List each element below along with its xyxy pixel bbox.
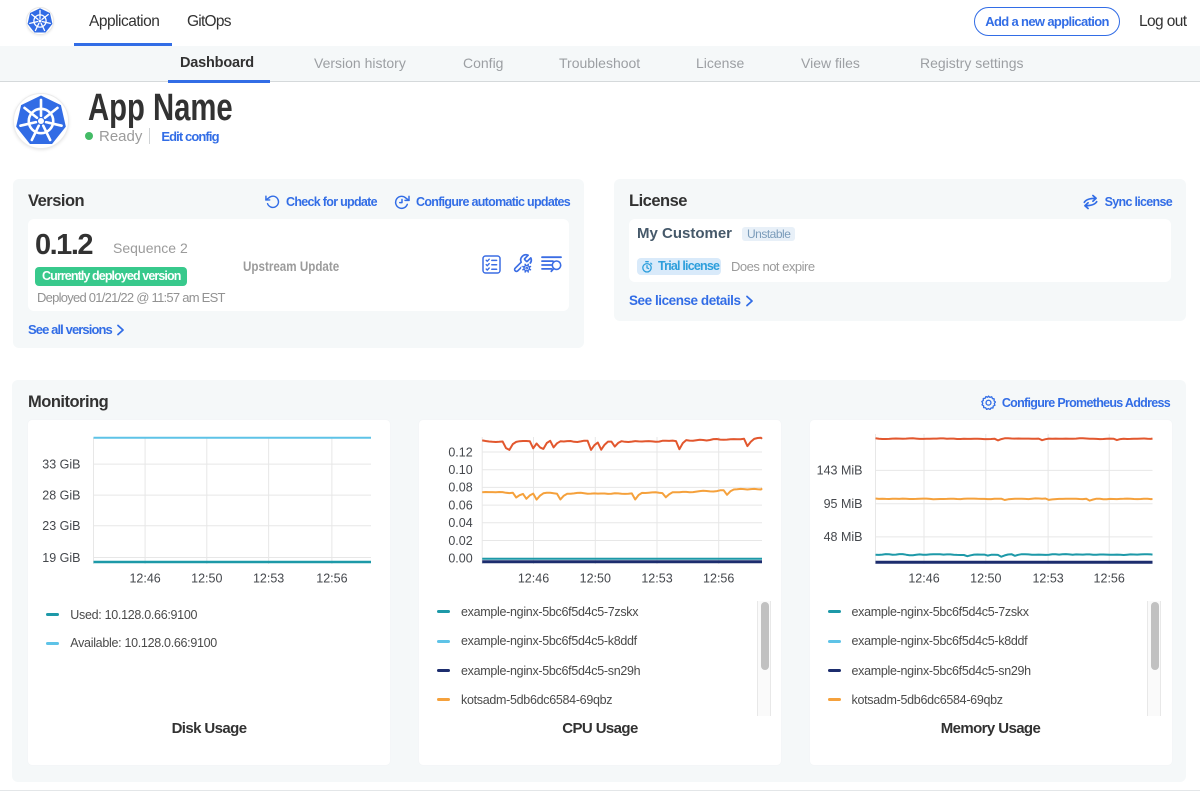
svg-text:12:46: 12:46 bbox=[518, 572, 549, 586]
svg-text:0.06: 0.06 bbox=[448, 498, 472, 512]
svg-text:19 GiB: 19 GiB bbox=[42, 551, 80, 565]
svg-text:48 MiB: 48 MiB bbox=[823, 530, 862, 544]
svg-text:12:53: 12:53 bbox=[253, 572, 284, 586]
svg-text:12:53: 12:53 bbox=[641, 572, 672, 586]
svg-text:12:50: 12:50 bbox=[580, 572, 611, 586]
svg-text:28 GiB: 28 GiB bbox=[42, 488, 80, 502]
svg-text:0.04: 0.04 bbox=[448, 516, 472, 530]
svg-text:0.08: 0.08 bbox=[448, 481, 472, 495]
svg-text:12:46: 12:46 bbox=[908, 572, 939, 586]
svg-text:0.00: 0.00 bbox=[448, 552, 472, 566]
svg-text:95 MiB: 95 MiB bbox=[823, 497, 862, 511]
svg-text:12:56: 12:56 bbox=[1093, 572, 1124, 586]
svg-text:12:56: 12:56 bbox=[316, 572, 347, 586]
svg-text:143 MiB: 143 MiB bbox=[816, 464, 862, 478]
svg-text:12:46: 12:46 bbox=[129, 572, 160, 586]
svg-text:12:56: 12:56 bbox=[703, 572, 734, 586]
svg-text:33 GiB: 33 GiB bbox=[42, 457, 80, 471]
svg-text:0.10: 0.10 bbox=[448, 463, 472, 477]
svg-text:0.02: 0.02 bbox=[448, 534, 472, 548]
svg-text:0.12: 0.12 bbox=[448, 445, 472, 459]
svg-text:12:50: 12:50 bbox=[970, 572, 1001, 586]
svg-text:23 GiB: 23 GiB bbox=[42, 519, 80, 533]
svg-text:12:53: 12:53 bbox=[1032, 572, 1063, 586]
svg-text:12:50: 12:50 bbox=[191, 572, 222, 586]
